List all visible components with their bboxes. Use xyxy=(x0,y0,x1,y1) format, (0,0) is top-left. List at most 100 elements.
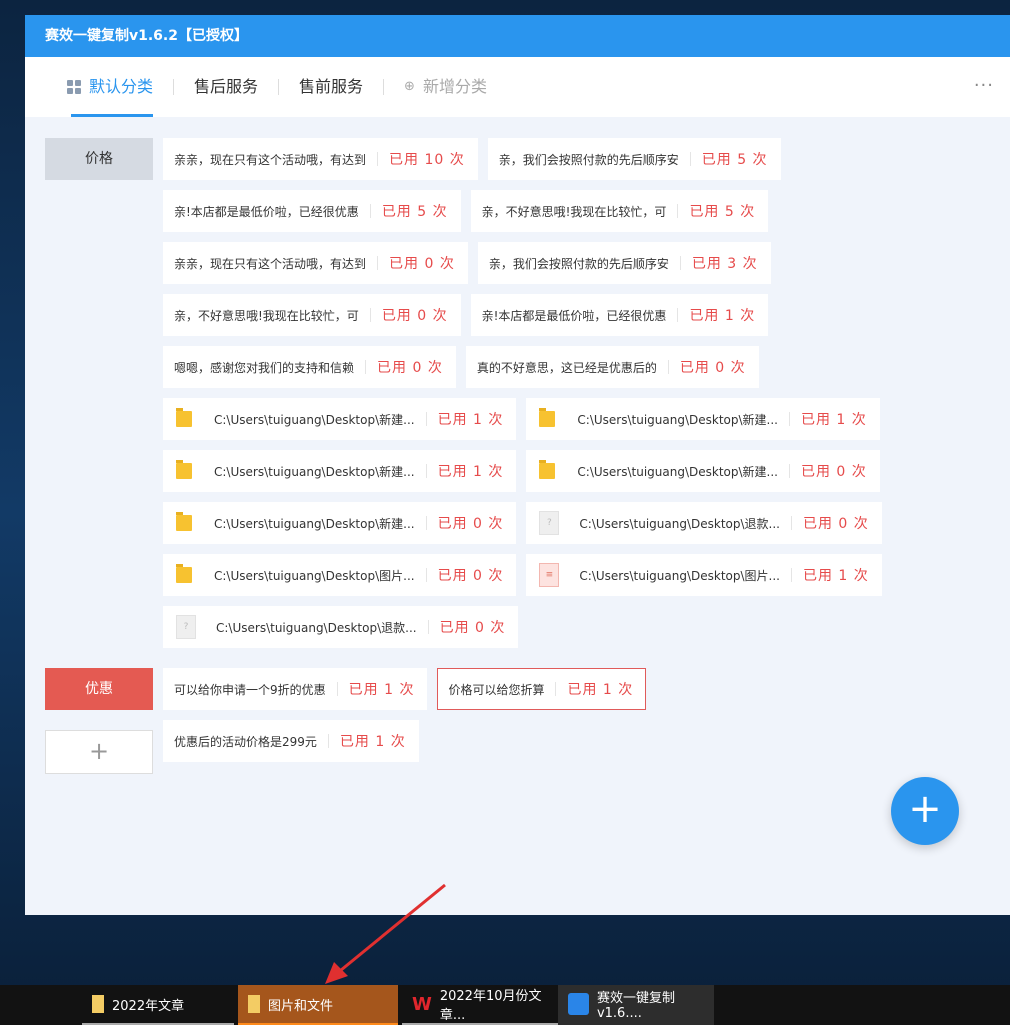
snippet-card[interactable]: C:\Users\tuiguang\Desktop\新建...已用 1 次 xyxy=(526,398,879,440)
divider xyxy=(337,682,338,696)
taskbar-item-wps[interactable]: W 2022年10月份文章... xyxy=(402,985,558,1025)
snippet-card[interactable]: 亲，不好意思哦!我现在比较忙，可 已用 5 次 xyxy=(471,190,769,232)
divider xyxy=(791,516,792,530)
snippet-text: 亲，我们会按照付款的先后顺序安 xyxy=(499,151,679,168)
snippet-card[interactable]: ?C:\Users\tuiguang\Desktop\退款...已用 0 次 xyxy=(163,606,518,648)
snippet-list: 可以给你申请一个9折的优惠已用 1 次价格可以给您折算已用 1 次优惠后的活动价… xyxy=(163,668,883,762)
usage-count: 已用 1 次 xyxy=(340,731,406,751)
snippet-card[interactable]: 亲，我们会按照付款的先后顺序安已用 3 次 xyxy=(478,242,771,284)
snippet-card[interactable]: 亲!本店都是最低价啦，已经很优惠 已用 1 次 xyxy=(471,294,769,336)
taskbar-item-images[interactable]: 图片和文件 xyxy=(238,985,398,1025)
divider xyxy=(789,464,790,478)
divider xyxy=(789,412,790,426)
snippet-card[interactable]: 亲!本店都是最低价啦，已经很优惠 已用 5 次 xyxy=(163,190,461,232)
snippet-text: C:\Users\tuiguang\Desktop\新建... xyxy=(214,411,415,428)
unknown-file-icon: ? xyxy=(176,615,196,639)
snippet-text: 亲!本店都是最低价啦，已经很优惠 xyxy=(482,307,667,324)
divider xyxy=(377,256,378,270)
snippet-text: C:\Users\tuiguang\Desktop\图片... xyxy=(579,567,780,584)
usage-count: 已用 0 次 xyxy=(389,253,455,273)
snippet-card[interactable]: ≡C:\Users\tuiguang\Desktop\图片...已用 1 次 xyxy=(526,554,881,596)
category-button[interactable]: 优惠 xyxy=(45,668,153,710)
snippet-card[interactable]: C:\Users\tuiguang\Desktop\新建...已用 1 次 xyxy=(163,398,516,440)
add-item-button[interactable]: + xyxy=(891,777,959,845)
folder-icon xyxy=(539,463,555,479)
usage-count: 已用 0 次 xyxy=(382,305,448,325)
add-category-button[interactable]: + xyxy=(45,730,153,774)
usage-count: 已用 5 次 xyxy=(689,201,755,221)
snippet-text: 真的不好意思，这已经是优惠后的 xyxy=(477,359,657,376)
category-button[interactable]: 价格 xyxy=(45,138,153,180)
document-icon: ≡ xyxy=(539,563,559,587)
snippet-card[interactable]: 亲亲，现在只有这个活动哦，有达到 已用 10 次 xyxy=(163,138,478,180)
usage-count: 已用 5 次 xyxy=(382,201,448,221)
wps-icon: W xyxy=(412,994,432,1015)
snippet-card[interactable]: ?C:\Users\tuiguang\Desktop\退款...已用 0 次 xyxy=(526,502,881,544)
divider xyxy=(677,308,678,322)
usage-count: 已用 0 次 xyxy=(440,617,506,637)
snippet-text: 亲，不好意思哦!我现在比较忙，可 xyxy=(482,203,667,220)
plus-circle-icon: ⊕ xyxy=(404,57,415,117)
usage-count: 已用 0 次 xyxy=(680,357,746,377)
folder-icon xyxy=(176,567,192,583)
divider xyxy=(426,464,427,478)
snippet-text: C:\Users\tuiguang\Desktop\新建... xyxy=(214,463,415,480)
divider xyxy=(370,308,371,322)
taskbar-item-articles[interactable]: 2022年文章 xyxy=(82,985,234,1025)
tab-label: 默认分类 xyxy=(89,57,153,117)
tab-default[interactable]: 默认分类 xyxy=(47,57,173,117)
taskbar-spacer xyxy=(0,985,82,1025)
category-tabs: 默认分类 售后服务 售前服务 ⊕新增分类 ··· xyxy=(25,57,1010,117)
snippet-card[interactable]: 价格可以给您折算已用 1 次 xyxy=(437,668,646,710)
divider xyxy=(690,152,691,166)
divider xyxy=(680,256,681,270)
app-icon xyxy=(568,993,589,1015)
snippet-card[interactable]: 真的不好意思，这已经是优惠后的 已用 0 次 xyxy=(466,346,759,388)
divider xyxy=(668,360,669,374)
folder-icon xyxy=(176,411,192,427)
usage-count: 已用 1 次 xyxy=(689,305,755,325)
tab-after-sales[interactable]: 售后服务 xyxy=(174,57,278,117)
snippet-text: C:\Users\tuiguang\Desktop\图片... xyxy=(214,567,415,584)
snippet-text: 价格可以给您折算 xyxy=(448,681,544,698)
taskbar-label: 2022年文章 xyxy=(112,995,184,1014)
title-bar: 赛效一键复制v1.6.2【已授权】 xyxy=(25,15,1010,57)
snippet-text: 亲，不好意思哦!我现在比较忙，可 xyxy=(174,307,359,324)
taskbar-item-app[interactable]: 赛效一键复制v1.6.... xyxy=(558,985,714,1025)
snippet-text: 亲亲，现在只有这个活动哦，有达到 xyxy=(174,151,366,168)
snippet-text: 亲!本店都是最低价啦，已经很优惠 xyxy=(174,203,359,220)
folder-icon xyxy=(176,515,192,531)
divider xyxy=(426,412,427,426)
snippet-card[interactable]: 嗯嗯，感谢您对我们的支持和信赖已用 0 次 xyxy=(163,346,456,388)
folder-icon xyxy=(92,995,104,1013)
snippet-text: C:\Users\tuiguang\Desktop\新建... xyxy=(214,515,415,532)
snippet-card[interactable]: 亲亲，现在只有这个活动哦，有达到 已用 0 次 xyxy=(163,242,468,284)
usage-count: 已用 10 次 xyxy=(389,149,465,169)
taskbar-label: 2022年10月份文章... xyxy=(440,985,558,1023)
snippet-card[interactable]: C:\Users\tuiguang\Desktop\新建...已用 0 次 xyxy=(526,450,879,492)
grid-icon xyxy=(67,80,81,94)
snippet-text: 亲亲，现在只有这个活动哦，有达到 xyxy=(174,255,366,272)
snippet-card[interactable]: C:\Users\tuiguang\Desktop\新建...已用 0 次 xyxy=(163,502,516,544)
tab-add-category[interactable]: ⊕新增分类 xyxy=(384,57,507,117)
unknown-file-icon: ? xyxy=(539,511,559,535)
divider xyxy=(377,152,378,166)
usage-count: 已用 1 次 xyxy=(349,679,415,699)
usage-count: 已用 1 次 xyxy=(801,409,867,429)
usage-count: 已用 5 次 xyxy=(702,149,768,169)
snippet-card[interactable]: 优惠后的活动价格是299元已用 1 次 xyxy=(163,720,419,762)
divider xyxy=(428,620,429,634)
usage-count: 已用 0 次 xyxy=(438,565,504,585)
snippet-card[interactable]: 亲，我们会按照付款的先后顺序安 已用 5 次 xyxy=(488,138,781,180)
usage-count: 已用 0 次 xyxy=(801,461,867,481)
snippet-card[interactable]: 亲，不好意思哦!我现在比较忙，可 已用 0 次 xyxy=(163,294,461,336)
snippet-card[interactable]: C:\Users\tuiguang\Desktop\新建...已用 1 次 xyxy=(163,450,516,492)
snippet-card[interactable]: C:\Users\tuiguang\Desktop\图片... 已用 0 次 xyxy=(163,554,516,596)
divider xyxy=(426,516,427,530)
tab-pre-sales[interactable]: 售前服务 xyxy=(279,57,383,117)
more-icon[interactable]: ··· xyxy=(974,75,994,96)
divider xyxy=(791,568,792,582)
snippet-card[interactable]: 可以给你申请一个9折的优惠已用 1 次 xyxy=(163,668,427,710)
taskbar-label: 图片和文件 xyxy=(268,995,333,1014)
app-window: 赛效一键复制v1.6.2【已授权】 默认分类 售后服务 售前服务 ⊕新增分类 ·… xyxy=(25,15,1010,915)
